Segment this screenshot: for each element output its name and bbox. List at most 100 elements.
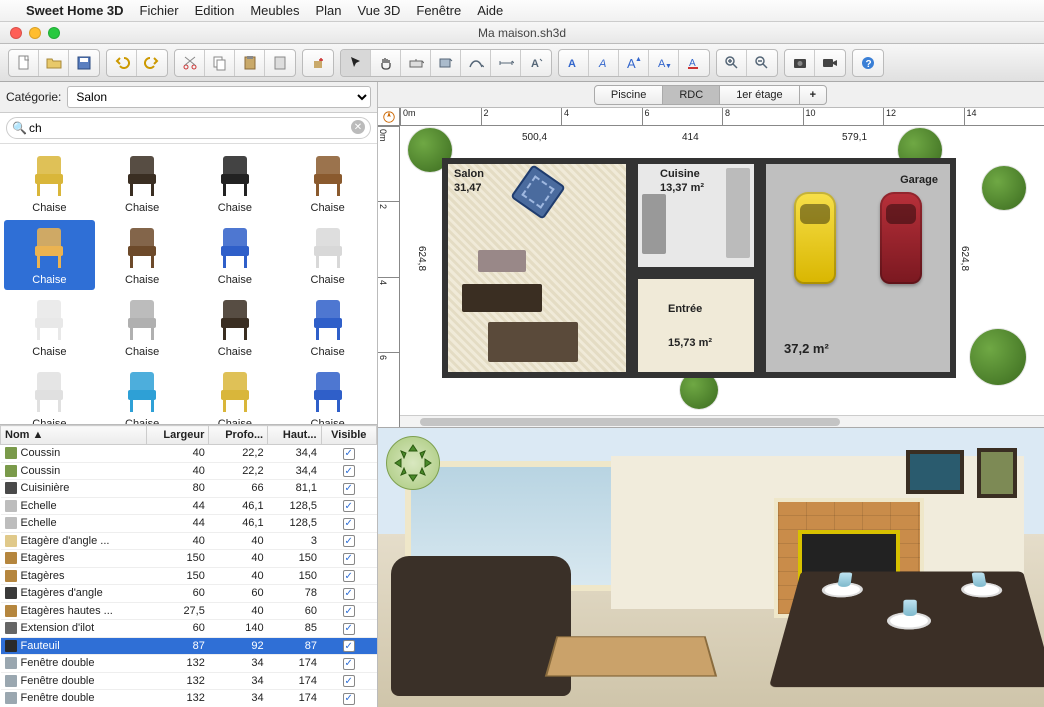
menu-plan[interactable]: Plan [315,3,341,18]
app-name[interactable]: Sweet Home 3D [26,3,124,18]
catalog-item[interactable]: Chaise [190,292,281,362]
add-level-button[interactable]: + [799,85,827,105]
delete-button[interactable] [265,50,295,76]
column-header[interactable]: Visible [321,426,376,445]
svg-text:A: A [568,58,576,70]
category-select[interactable]: Salon [67,86,371,108]
video-button[interactable] [815,50,845,76]
catalog-item[interactable]: Chaise [282,292,373,362]
table-row[interactable]: Etagères hautes ... 27,54060 ✓ [1,602,377,620]
menu-meubles[interactable]: Meubles [250,3,299,18]
table-row[interactable]: Echelle 4446,1128,5 ✓ [1,497,377,515]
new-file-button[interactable] [9,50,39,76]
pan-tool[interactable] [371,50,401,76]
cut-button[interactable] [175,50,205,76]
search-input[interactable] [6,117,371,139]
minimize-window-button[interactable] [29,27,41,39]
catalog-item[interactable]: Chaise [4,292,95,362]
table-row[interactable]: Cuisinière 806681,1 ✓ [1,480,377,498]
tab-piscine[interactable]: Piscine [594,85,663,105]
table-row[interactable]: Fenêtre double 13234174 ✓ [1,672,377,690]
catalog-item[interactable]: Chaise [97,220,188,290]
create-walls-tool[interactable] [401,50,431,76]
column-header[interactable]: Nom ▲ [1,426,147,445]
catalog-item[interactable]: Chaise [282,220,373,290]
zoom-in-button[interactable] [717,50,747,76]
create-polylines-tool[interactable] [461,50,491,76]
table-row[interactable]: Fenêtre double 13234174 ✓ [1,655,377,673]
plan-2d[interactable]: 0m2468101214 0m246 500,4 414 579,1 624,8… [378,108,1044,428]
menu-fichier[interactable]: Fichier [140,3,179,18]
redo-button[interactable] [137,50,167,76]
car-red[interactable] [880,192,922,284]
catalog-item[interactable]: Chaise [190,220,281,290]
ruler-vertical: 0m246 [378,126,400,427]
open-file-button[interactable] [39,50,69,76]
table-row[interactable]: Coussin 4022,234,4 ✓ [1,462,377,480]
menu-fenetre[interactable]: Fenêtre [416,3,461,18]
select-tool[interactable] [341,50,371,76]
zoom-window-button[interactable] [48,27,60,39]
compass-icon[interactable] [378,108,400,126]
text-color-button[interactable]: A [679,50,709,76]
photo-button[interactable] [785,50,815,76]
tab-rdc[interactable]: RDC [662,85,720,105]
room-cuisine[interactable]: Cuisine 13,37 m² [632,158,760,273]
undo-button[interactable] [107,50,137,76]
close-window-button[interactable] [10,27,22,39]
clear-search-button[interactable]: ✕ [351,120,365,134]
create-dimensions-tool[interactable] [491,50,521,76]
create-rooms-tool[interactable] [431,50,461,76]
text-size-up-button[interactable]: A▲ [619,50,649,76]
car-yellow[interactable] [794,192,836,284]
add-furniture-button[interactable] [303,50,333,76]
furniture-catalog[interactable]: Chaise Chaise Chaise Chaise Chaise Chais… [0,144,377,424]
room-salon[interactable]: Salon 31,47 [442,158,632,378]
room-entree[interactable]: Entrée 15,73 m² [632,273,760,378]
view-3d[interactable] [378,428,1044,707]
nav-3d-control[interactable] [386,436,440,490]
text-size-down-button[interactable]: A▼ [649,50,679,76]
table-row[interactable]: Etagères d'angle 606078 ✓ [1,585,377,603]
catalog-item[interactable]: Chaise [190,364,281,424]
menu-aide[interactable]: Aide [477,3,503,18]
table-row[interactable]: Echelle 4446,1128,5 ✓ [1,515,377,533]
column-header[interactable]: Largeur [146,426,209,445]
paste-button[interactable] [235,50,265,76]
table-row[interactable]: Etagères 15040150 ✓ [1,550,377,568]
catalog-item[interactable]: Chaise [97,364,188,424]
table-row[interactable]: Etagère d'angle ... 40403 ✓ [1,532,377,550]
room-garage[interactable]: Garage 37,2 m² [760,158,956,378]
table-row[interactable]: Fenêtre double 13234174 ✓ [1,690,377,707]
catalog-item[interactable]: Chaise [97,148,188,218]
menu-vue3d[interactable]: Vue 3D [357,3,400,18]
help-button[interactable]: ? [853,50,883,76]
catalog-item[interactable]: Chaise [282,148,373,218]
catalog-item[interactable]: Chaise [97,292,188,362]
tab-etage[interactable]: 1er étage [719,85,799,105]
catalog-item-label: Chaise [32,346,66,358]
text-italic-button[interactable]: A [589,50,619,76]
table-row[interactable]: Extension d'ilot 6014085 ✓ [1,620,377,638]
catalog-item[interactable]: Chaise [4,220,95,290]
catalog-item[interactable]: Chaise [4,364,95,424]
copy-button[interactable] [205,50,235,76]
catalog-item[interactable]: Chaise [282,364,373,424]
catalog-item[interactable]: Chaise [190,148,281,218]
save-file-button[interactable] [69,50,99,76]
dim-left: 624,8 [414,246,429,271]
column-header[interactable]: Haut... [268,426,321,445]
plan-scrollbar-horizontal[interactable] [400,415,1044,427]
column-header[interactable]: Profo... [209,426,268,445]
menu-edition[interactable]: Edition [195,3,235,18]
catalog-item[interactable]: Chaise [4,148,95,218]
create-text-tool[interactable]: A [521,50,551,76]
zoom-out-button[interactable] [747,50,777,76]
table-row[interactable]: Fauteuil 879287 ✓ [1,637,377,655]
table-row[interactable]: Coussin 4022,234,4 ✓ [1,445,377,463]
furniture-table[interactable]: Nom ▲LargeurProfo...Haut...Visible Couss… [0,424,377,707]
selected-armchair[interactable] [510,164,566,220]
table-row[interactable]: Etagères 15040150 ✓ [1,567,377,585]
text-bold-button[interactable]: A [559,50,589,76]
dim-top3: 579,1 [840,132,869,143]
